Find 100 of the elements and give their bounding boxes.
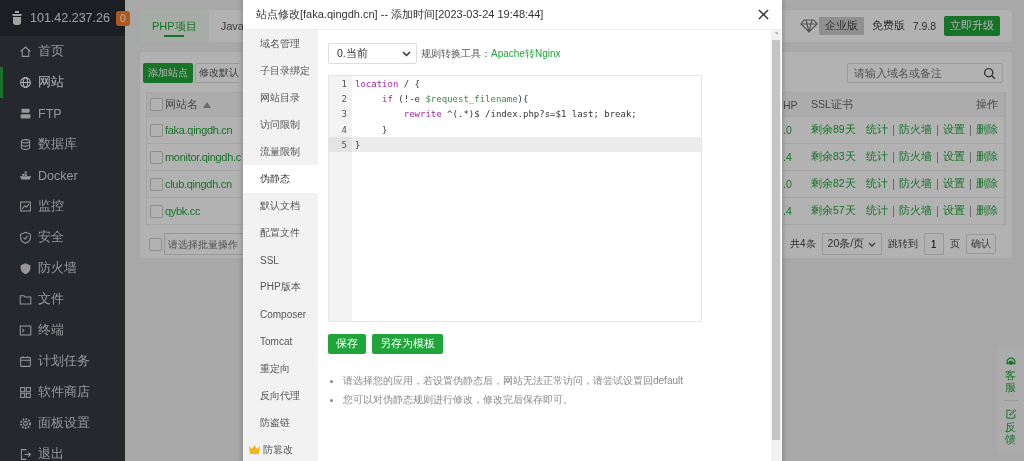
menu-item[interactable]: 流量限制: [243, 138, 318, 166]
action-link[interactable]: 设置: [943, 123, 965, 137]
logout-icon: [19, 448, 32, 461]
action-link[interactable]: 统计: [866, 123, 888, 137]
batch-action-field[interactable]: 请选择批量操作: [164, 233, 243, 255]
action-link[interactable]: 删除: [976, 150, 998, 164]
scrollbar[interactable]: [771, 30, 781, 461]
sidebar-item[interactable]: 终端: [0, 315, 125, 346]
line-number: 2: [340, 93, 348, 104]
note-text: 您可以对伪静态规则进行修改，修改完后保存即可。: [343, 393, 573, 407]
code-editor[interactable]: 1 location / { 2 if (!-e $request_filename){ 3 rewrite ^(.*)$ /index.php?s=$1 last; break; 4 } 5 }: [328, 75, 702, 322]
action-link[interactable]: 删除: [976, 177, 998, 191]
sidebar-item[interactable]: 软件商店: [0, 377, 125, 408]
menu-item[interactable]: 重定向: [243, 355, 318, 383]
sidebar-item[interactable]: 文件: [0, 284, 125, 315]
grid-icon: [19, 386, 32, 399]
ship-icon: [19, 169, 32, 182]
home-icon: [19, 45, 32, 58]
note-text: 请选择您的应用，若设置伪静态后，网站无法正常访问，请尝试设置回default: [343, 374, 684, 388]
bullet-icon: [330, 398, 333, 402]
diamond-icon: [799, 19, 818, 33]
sidebar-item[interactable]: 安全: [0, 222, 125, 253]
checkbox[interactable]: [150, 204, 163, 218]
monitor-icon: [19, 200, 32, 213]
site-link[interactable]: monitor.qingdh.c: [165, 151, 241, 163]
floating-button[interactable]: 客服: [1004, 356, 1017, 394]
action-link[interactable]: 统计: [866, 177, 888, 191]
checkbox[interactable]: [150, 150, 163, 164]
action-link[interactable]: 设置: [943, 204, 965, 218]
action-link[interactable]: 设置: [943, 150, 965, 164]
menu-item[interactable]: 子目录绑定: [243, 57, 318, 85]
menu-item[interactable]: 反向代理: [243, 382, 318, 410]
checkbox[interactable]: [150, 177, 163, 191]
menu-item[interactable]: 防盗链: [243, 409, 318, 437]
menu-item[interactable]: Composer: [243, 300, 318, 329]
php-version: .4: [783, 205, 792, 217]
server-address: 101.42.237.26: [30, 11, 110, 25]
ssl-status: 剩余83天: [811, 150, 856, 164]
action-link[interactable]: 防火墙: [899, 204, 932, 218]
checkbox[interactable]: [150, 98, 163, 111]
sidebar-item[interactable]: 首页: [0, 36, 125, 67]
total-count: 共4条: [790, 237, 816, 251]
menu-item[interactable]: Tomcat: [243, 328, 318, 356]
action-link[interactable]: 统计: [866, 150, 888, 164]
chevron-down-icon: [402, 50, 411, 57]
notification-badge: 0: [115, 10, 130, 26]
menu-item[interactable]: 配置文件: [243, 219, 318, 247]
sidebar-item[interactable]: 监控: [0, 191, 125, 222]
menu-item[interactable]: 访问限制: [243, 111, 318, 139]
menu-item[interactable]: PHP版本: [243, 273, 318, 301]
action-link[interactable]: 删除: [976, 204, 998, 218]
menu-item[interactable]: 网站目录: [243, 84, 318, 112]
sidebar-item[interactable]: 网站: [0, 67, 125, 98]
action-link[interactable]: 防火墙: [899, 177, 932, 191]
tab[interactable]: Java: [208, 10, 244, 42]
sidebar-item[interactable]: Docker: [0, 160, 125, 191]
template-select[interactable]: 0.当前: [328, 43, 417, 64]
action-link[interactable]: 防火墙: [899, 150, 932, 164]
menu-item[interactable]: 域名管理: [243, 30, 318, 58]
site-link[interactable]: faka.qingdh.cn: [165, 124, 233, 136]
checkbox[interactable]: [149, 237, 162, 251]
sidebar-item[interactable]: 面板设置: [0, 408, 125, 439]
page-number-field[interactable]: 1: [923, 233, 944, 255]
column-header: HP: [783, 98, 798, 111]
menu-item[interactable]: 默认文档: [243, 192, 318, 220]
action-link[interactable]: 设置: [943, 177, 965, 191]
code-line: }: [354, 139, 361, 150]
tab[interactable]: PHP项目: [140, 10, 209, 42]
action-link[interactable]: 防火墙: [899, 123, 932, 137]
checkbox[interactable]: [150, 123, 163, 137]
add-site-button[interactable]: 添加站点: [143, 63, 193, 83]
site-link[interactable]: club.qingdh.cn: [165, 178, 232, 190]
close-icon[interactable]: [758, 9, 769, 20]
action-link[interactable]: 统计: [866, 204, 888, 218]
menu-item[interactable]: 伪静态: [243, 165, 318, 193]
action-button[interactable]: 另存为模板: [372, 334, 443, 354]
shield-icon: [19, 231, 32, 244]
bullet-icon: [330, 379, 333, 383]
sidebar-item[interactable]: 数据库: [0, 129, 125, 160]
menu-item[interactable]: SSL: [243, 246, 318, 274]
edition-badge: 企业版: [818, 17, 864, 35]
sidebar-item[interactable]: 计划任务: [0, 346, 125, 377]
floating-button[interactable]: 反馈: [1004, 408, 1017, 446]
dialog-title: 站点修改[faka.qingdh.cn] -- 添加时间[2023-03-24 19:48:44]: [256, 7, 544, 22]
globe-icon: [19, 76, 32, 89]
php-version: .4: [783, 151, 792, 163]
default-page-button[interactable]: 修改默认: [195, 63, 239, 83]
upgrade-button[interactable]: 立即升级: [944, 16, 1000, 36]
logo-icon: [10, 10, 24, 26]
site-link[interactable]: qybk.cc: [165, 205, 201, 217]
sidebar-item[interactable]: 退出: [0, 439, 125, 461]
menu-item[interactable]: 防篡改: [243, 436, 318, 461]
sidebar-item[interactable]: 防火墙: [0, 253, 125, 284]
sidebar-item[interactable]: FTP: [0, 98, 125, 129]
page-size-select[interactable]: 20条/页: [821, 233, 882, 255]
action-button[interactable]: 保存: [328, 334, 366, 354]
search-field[interactable]: 请输入域名或备注: [847, 63, 1003, 83]
confirm-button[interactable]: 确认: [965, 234, 996, 254]
converter-link[interactable]: Apache转Nginx: [491, 46, 561, 61]
action-link[interactable]: 删除: [976, 123, 998, 137]
